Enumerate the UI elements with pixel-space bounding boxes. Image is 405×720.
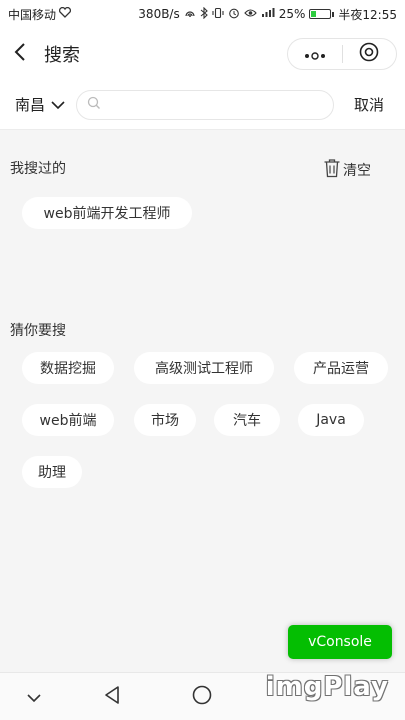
suggestion-tag[interactable]: 数据挖掘 bbox=[22, 352, 114, 384]
history-title: 我搜过的 bbox=[10, 161, 66, 177]
nav-home-icon bbox=[191, 684, 213, 710]
nav-back-icon bbox=[103, 685, 121, 709]
network-speed: 380B/s bbox=[138, 7, 180, 21]
back-button[interactable] bbox=[0, 28, 40, 80]
nav-bar: 搜索 bbox=[0, 28, 405, 80]
nav-back-button[interactable] bbox=[92, 677, 132, 717]
search-box bbox=[76, 89, 334, 120]
battery-percent: 25% bbox=[278, 7, 306, 21]
history-tag[interactable]: web前端开发工程师 bbox=[22, 197, 192, 229]
suggestion-tag[interactable]: 市场 bbox=[134, 404, 196, 436]
signal-icon bbox=[261, 7, 275, 21]
vconsole-button[interactable]: vConsole bbox=[288, 625, 392, 659]
nav-down-icon bbox=[26, 688, 42, 707]
search-input[interactable] bbox=[107, 97, 333, 112]
mini-program-capsule bbox=[287, 38, 397, 70]
status-bar: 中国移动 380B/s 25% 半夜12:55 bbox=[0, 0, 405, 28]
heart-icon bbox=[58, 6, 72, 21]
clear-label: 清空 bbox=[343, 163, 371, 179]
clear-history-button[interactable]: 清空 bbox=[323, 158, 371, 182]
suggestion-tag[interactable]: 汽车 bbox=[214, 404, 280, 436]
trash-icon bbox=[323, 158, 341, 182]
search-row: 南昌 取消 bbox=[0, 80, 405, 130]
nav-home-button[interactable] bbox=[182, 677, 222, 717]
suggestions-title: 猜你要搜 bbox=[10, 323, 66, 339]
chevron-down-icon bbox=[51, 95, 65, 114]
suggestion-tag[interactable]: 助理 bbox=[22, 456, 82, 488]
cancel-button[interactable]: 取消 bbox=[354, 94, 384, 115]
more-button[interactable] bbox=[288, 39, 342, 69]
battery-icon bbox=[309, 9, 335, 19]
clock: 半夜12:55 bbox=[338, 7, 397, 22]
carrier-label: 中国移动 bbox=[8, 7, 57, 22]
close-program-button[interactable] bbox=[343, 39, 397, 69]
status-left: 中国移动 bbox=[8, 6, 72, 23]
more-icon bbox=[304, 45, 326, 64]
suggestion-tag[interactable]: 高级测试工程师 bbox=[134, 352, 274, 384]
nav-down-button[interactable] bbox=[14, 677, 54, 717]
target-icon bbox=[359, 42, 379, 66]
search-icon bbox=[87, 95, 101, 114]
vibrate-icon bbox=[212, 7, 224, 22]
back-icon bbox=[14, 42, 26, 66]
imgplay-watermark: imgPlay bbox=[265, 672, 389, 702]
page-title: 搜索 bbox=[44, 45, 80, 66]
alarm-icon bbox=[228, 7, 240, 22]
eye-icon bbox=[243, 7, 257, 21]
suggestion-tag[interactable]: Java bbox=[298, 404, 364, 436]
nfc-icon bbox=[184, 7, 196, 22]
city-label: 南昌 bbox=[15, 96, 46, 114]
suggestion-tag[interactable]: web前端 bbox=[22, 404, 114, 436]
suggestion-tag[interactable]: 产品运营 bbox=[294, 352, 388, 384]
status-right: 380B/s 25% 半夜12:55 bbox=[138, 6, 397, 23]
city-selector[interactable]: 南昌 bbox=[0, 80, 76, 129]
bluetooth-icon bbox=[200, 6, 208, 22]
